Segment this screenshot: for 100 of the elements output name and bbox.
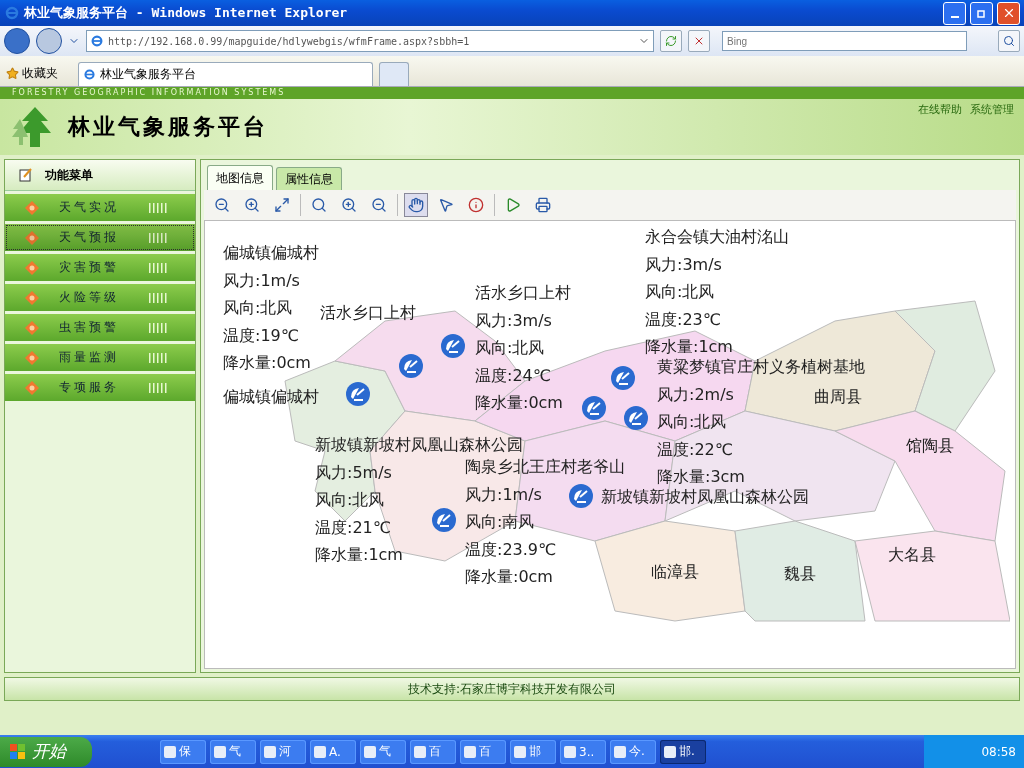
site-title: 林业气象服务平台 xyxy=(68,112,269,141)
forward-button[interactable] xyxy=(36,28,62,54)
search-button[interactable] xyxy=(998,30,1020,52)
footer-text: 技术支持:石家庄博宇科技开发有限公司 xyxy=(407,680,616,698)
app-icon xyxy=(214,745,226,758)
station-reading: 温度:24℃ xyxy=(475,364,551,387)
taskbar-button[interactable]: 百 xyxy=(460,739,506,764)
station-name: 活水乡口上村 xyxy=(475,282,571,304)
menu-item[interactable]: 雨量监测 xyxy=(5,344,195,371)
app-icon xyxy=(364,745,376,758)
satellite-dish-icon[interactable] xyxy=(398,353,424,379)
menu-heading: 功能菜单 xyxy=(45,166,93,184)
satellite-dish-icon[interactable] xyxy=(568,483,594,509)
station-name: 永合会镇大油村洺山 xyxy=(645,226,789,248)
stop-icon xyxy=(693,35,705,47)
tab[interactable]: 属性信息 xyxy=(276,167,342,190)
station-reading: 降水量:3cm xyxy=(657,466,745,488)
window-title: 林业气象服务平台 - Windows Internet Explorer xyxy=(24,4,349,22)
station-reading: 风力:1m/s xyxy=(465,483,542,506)
browser-tab[interactable]: 林业气象服务平台 xyxy=(78,62,373,86)
header-link[interactable]: 系统管理 xyxy=(970,102,1014,117)
station-reading: 风向:南风 xyxy=(465,511,535,533)
app-icon xyxy=(464,745,476,758)
pan-icon[interactable] xyxy=(404,193,428,217)
taskbar-button[interactable]: 邯 xyxy=(510,739,556,764)
county-name: 临漳县 xyxy=(651,561,699,583)
station-name: 新坡镇新坡村凤凰山森林公园 xyxy=(315,434,523,456)
windows-logo-icon xyxy=(10,743,26,760)
ie-icon xyxy=(4,5,20,21)
taskbar-button[interactable]: 百 xyxy=(410,739,456,764)
app-icon xyxy=(164,745,176,758)
taskbar-button[interactable]: A. xyxy=(310,739,356,764)
taskbar-button[interactable]: 今. xyxy=(610,739,656,764)
station-name: 黄粱梦镇官庄村义务植树基地 xyxy=(657,356,865,378)
menu-item-label: 虫害预警 xyxy=(59,319,120,336)
menu-item[interactable]: 火险等级 xyxy=(5,284,195,311)
taskbar-button[interactable]: 河 xyxy=(260,739,306,764)
station-reading: 降水量:1cm xyxy=(645,336,733,358)
app-icon xyxy=(264,745,276,758)
station-reading: 风力:3m/s xyxy=(475,309,552,332)
taskbar-button[interactable]: 保 xyxy=(160,739,206,764)
grip-icon xyxy=(149,322,169,333)
county-name: 馆陶县 xyxy=(906,435,954,457)
refresh-icon xyxy=(665,35,677,47)
station-reading: 风力:2m/s xyxy=(657,383,734,406)
menu-item[interactable]: 虫害预警 xyxy=(5,314,195,341)
diamond-icon xyxy=(25,290,39,305)
search-field[interactable]: Bing xyxy=(722,31,967,51)
grip-icon xyxy=(149,232,169,243)
station-reading: 温度:23.9℃ xyxy=(465,538,556,561)
address-field[interactable]: http://192.168.0.99/mapguide/hdlywebgis/wfmFrame.aspx?sbbh=1 xyxy=(86,30,654,52)
taskbar-button[interactable]: 气 xyxy=(210,739,256,764)
satellite-dish-icon[interactable] xyxy=(610,365,636,391)
back-button[interactable] xyxy=(4,28,30,54)
stop-button[interactable] xyxy=(688,30,710,52)
satellite-dish-icon[interactable] xyxy=(431,507,457,533)
station-reading: 温度:19℃ xyxy=(223,324,299,347)
menu-item-label: 灾害预警 xyxy=(59,259,120,276)
menu-item-label: 天气预报 xyxy=(59,229,120,246)
station-name: 新坡镇新坡村凤凰山森林公园 xyxy=(601,486,809,508)
grip-icon xyxy=(149,292,169,303)
station-reading: 降水量:1cm xyxy=(315,544,403,566)
minimize-button[interactable] xyxy=(943,1,966,25)
station-reading: 风向:北风 xyxy=(475,337,545,359)
station-reading: 风向:北风 xyxy=(223,297,293,319)
satellite-dish-icon[interactable] xyxy=(623,405,649,431)
county-name: 大名县 xyxy=(888,544,936,566)
station-reading: 温度:21℃ xyxy=(315,516,391,539)
menu-icon xyxy=(19,168,33,182)
refresh-button[interactable] xyxy=(660,30,682,52)
start-button[interactable]: 开始 xyxy=(0,736,92,767)
satellite-dish-icon[interactable] xyxy=(581,395,607,421)
taskbar-button[interactable]: 3.. xyxy=(560,739,606,764)
station-name: 偏城镇偏城村 xyxy=(223,386,319,408)
menu-item[interactable]: 天气预报 xyxy=(5,224,195,251)
header-link[interactable]: 在线帮助 xyxy=(918,102,962,117)
restore-button[interactable] xyxy=(970,1,993,25)
menu-item[interactable]: 天气实况 xyxy=(5,194,195,221)
station-reading: 温度:22℃ xyxy=(657,438,733,461)
menu-item-label: 雨量监测 xyxy=(59,349,120,366)
diamond-icon xyxy=(25,320,39,335)
taskbar-button[interactable]: 气 xyxy=(360,739,406,764)
close-button[interactable] xyxy=(997,1,1020,25)
tab[interactable]: 地图信息 xyxy=(207,165,273,190)
minimize-icon xyxy=(950,16,959,18)
star-icon xyxy=(6,66,19,80)
favorites-button[interactable]: 收藏夹 xyxy=(6,60,58,86)
satellite-dish-icon[interactable] xyxy=(440,333,466,359)
taskbar-button[interactable]: 邯. xyxy=(660,739,706,764)
diamond-icon xyxy=(25,260,39,275)
app-icon xyxy=(514,745,526,758)
menu-item[interactable]: 专项服务 xyxy=(5,374,195,401)
menu-item[interactable]: 灾害预警 xyxy=(5,254,195,281)
station-name: 活水乡口上村 xyxy=(320,302,416,324)
clock: 08:58 xyxy=(981,744,1016,759)
station-reading: 风力:1m/s xyxy=(223,269,300,292)
station-reading: 降水量:0cm xyxy=(465,566,553,588)
app-icon xyxy=(614,745,626,758)
satellite-dish-icon[interactable] xyxy=(345,381,371,407)
station-reading: 风向:北风 xyxy=(315,489,385,511)
